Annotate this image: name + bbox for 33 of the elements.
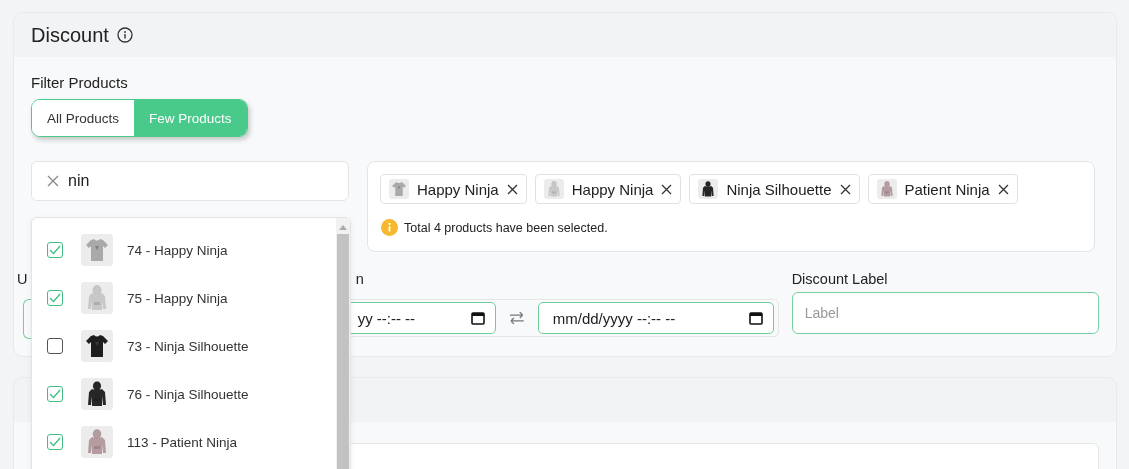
checkbox[interactable]: [47, 386, 63, 402]
filter-label: Filter Products: [31, 74, 129, 91]
result-item[interactable]: 76 - Ninja Silhouette: [32, 370, 336, 418]
schedule-label: n: [354, 271, 365, 289]
calendar-icon[interactable]: [471, 311, 486, 325]
filter-tab[interactable]: All Products: [32, 100, 135, 136]
discount-label-field[interactable]: Label: [791, 292, 1099, 334]
product-chip[interactable]: Happy Ninja: [380, 174, 527, 204]
checkbox[interactable]: [47, 434, 63, 450]
card-title: Discount: [31, 23, 109, 47]
checkbox[interactable]: [47, 338, 63, 354]
remove-icon[interactable]: [839, 183, 851, 195]
selection-note: Total 4 products have been selected.: [404, 220, 608, 235]
info-icon: [116, 27, 133, 43]
result-item[interactable]: 74 - Happy Ninja: [32, 226, 336, 274]
remove-icon[interactable]: [661, 183, 673, 195]
remove-icon[interactable]: [997, 183, 1009, 195]
clear-icon[interactable]: [47, 175, 59, 187]
product-chip[interactable]: Ninja Silhouette: [689, 174, 860, 204]
product-chip[interactable]: Patient Ninja: [867, 174, 1018, 204]
remove-icon[interactable]: [506, 183, 518, 195]
checkbox[interactable]: [47, 290, 63, 306]
search-field[interactable]: nin: [31, 161, 349, 201]
checkbox[interactable]: [47, 242, 63, 258]
end-date-field[interactable]: mm/dd/yyyy --:-- --: [537, 302, 774, 334]
usage-label: U: [17, 271, 28, 289]
scrollbar[interactable]: [336, 218, 350, 469]
result-item[interactable]: 113 - Patient Ninja: [32, 418, 336, 466]
product-chip[interactable]: Happy Ninja: [534, 174, 682, 204]
calendar-icon[interactable]: [748, 311, 763, 325]
discount-label-title: Discount Label: [791, 271, 889, 289]
swap-icon: [508, 310, 526, 326]
info-icon: [381, 219, 398, 236]
